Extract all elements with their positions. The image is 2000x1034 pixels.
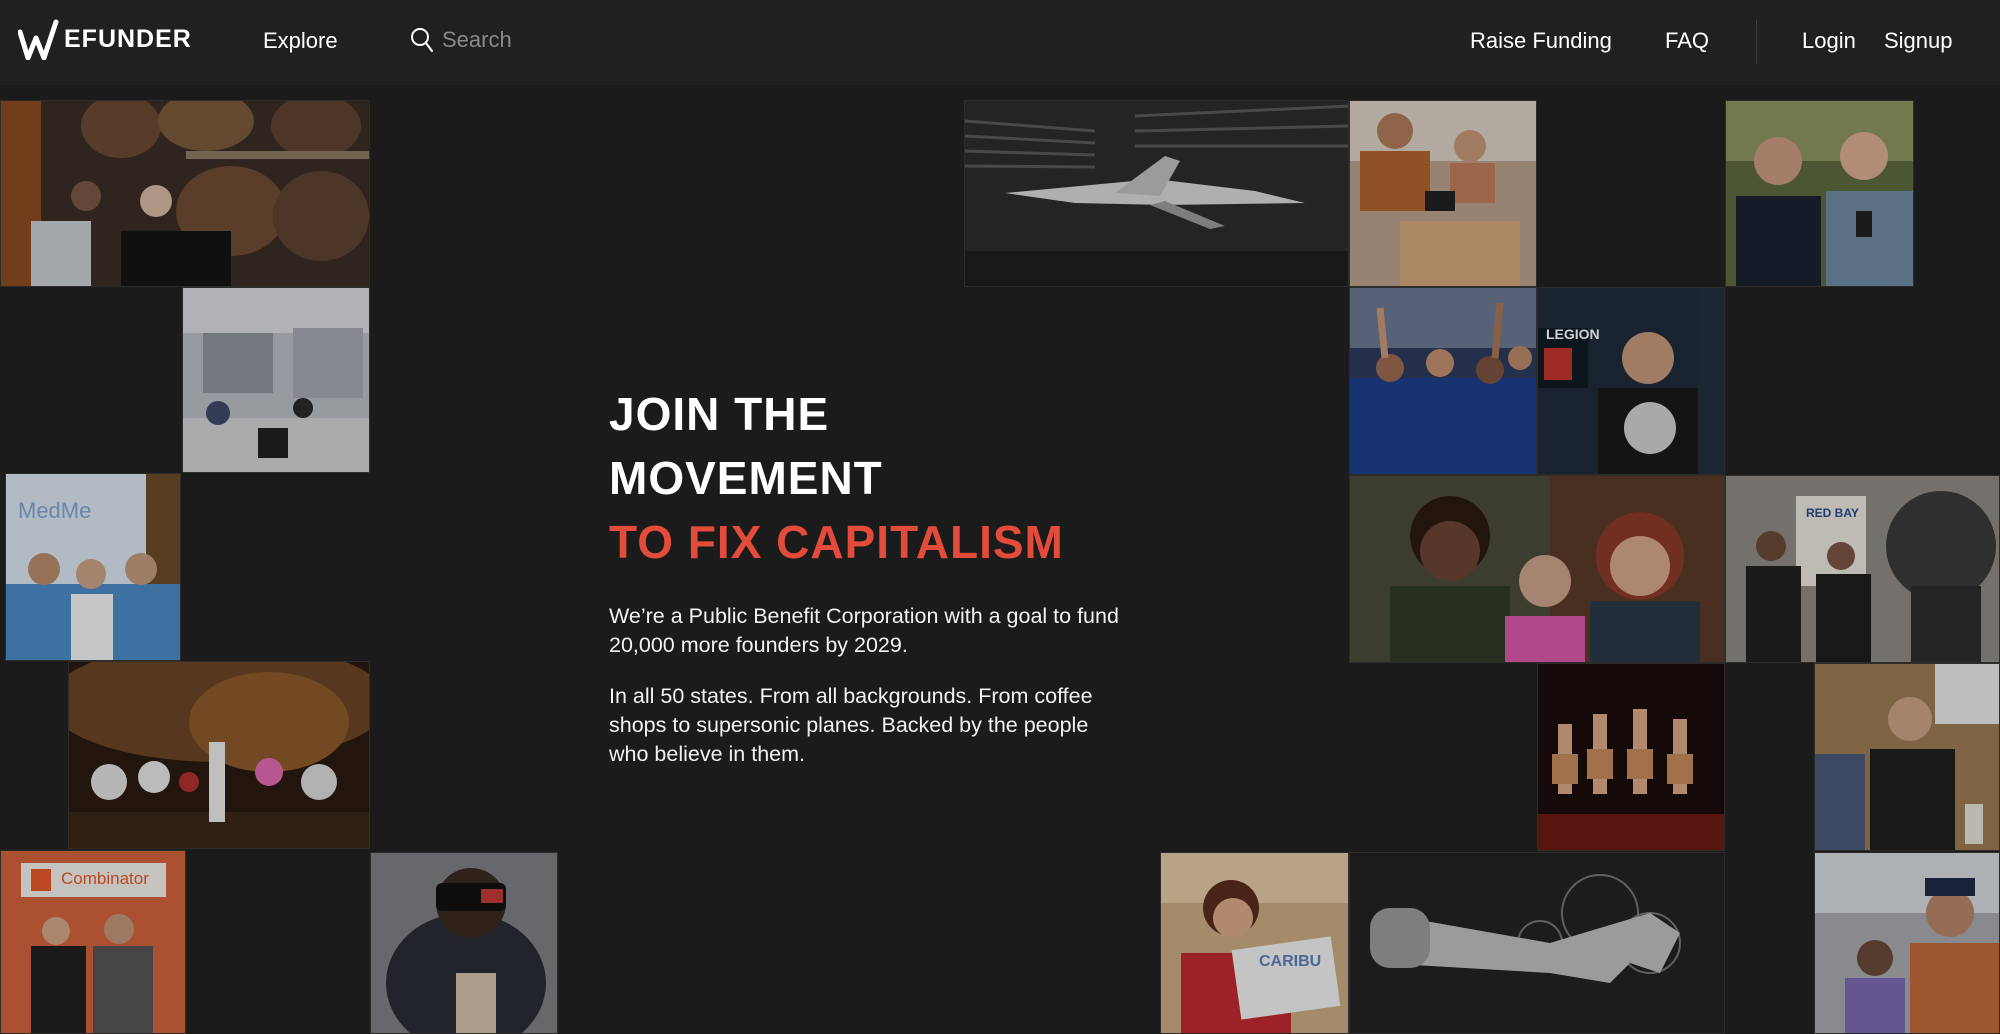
nav-explore[interactable]: Explore <box>263 28 338 54</box>
hero-heading: JOIN THE MOVEMENT TO FIX CAPITALISM <box>609 382 1129 574</box>
logo-text: EFUNDER <box>64 25 192 53</box>
photo-tile-soccer <box>1349 287 1537 475</box>
photo-tile-brewer <box>1814 663 2000 851</box>
photo-tile-stage <box>1537 663 1725 851</box>
hero-heading-line-1: JOIN THE <box>609 388 830 440</box>
hero-paragraph-mission: We’re a Public Benefit Corporation with … <box>609 604 1119 657</box>
photo-tile-brewery <box>0 100 370 287</box>
search-icon <box>411 28 433 52</box>
photo-tile-ycombinator: Combinator <box>0 850 186 1034</box>
hero-heading-accent: TO FIX CAPITALISM <box>609 516 1064 568</box>
photo-tile-legion: LEGION <box>1537 287 1725 475</box>
photo-tile-vr <box>370 852 558 1034</box>
nav-divider <box>1756 20 1757 64</box>
photo-tile-caribu: CARIBU <box>1160 852 1349 1034</box>
wefunder-logo[interactable]: EFUNDER <box>18 10 192 60</box>
photo-tile-family <box>1725 100 1914 287</box>
photo-tile-laughing <box>1349 475 1725 663</box>
photo-tile-cave <box>68 661 370 849</box>
hero-paragraph-backgrounds: In all 50 states. From all backgrounds. … <box>609 684 1093 766</box>
photo-tile-redbay: RED BAY <box>1725 475 2000 663</box>
wefunder-w-icon <box>18 19 59 60</box>
photo-tile-medme: MedMe <box>5 473 181 661</box>
search-input[interactable] <box>440 26 644 54</box>
nav-login[interactable]: Login <box>1802 28 1856 54</box>
search-box[interactable] <box>410 26 644 54</box>
photo-tile-man-boy <box>1814 852 2000 1034</box>
nav-signup[interactable]: Signup <box>1884 28 1953 54</box>
top-nav: EFUNDER Explore Raise Funding FAQ Login … <box>0 0 2000 85</box>
nav-raise-funding[interactable]: Raise Funding <box>1470 28 1612 54</box>
hero-heading-line-2: MOVEMENT <box>609 452 883 504</box>
photo-tile-jet <box>964 100 1349 287</box>
photo-tile-lab <box>182 287 370 473</box>
photo-tile-robot-arm <box>1349 852 1725 1034</box>
nav-faq[interactable]: FAQ <box>1665 28 1709 54</box>
hero-section: JOIN THE MOVEMENT TO FIX CAPITALISM We’r… <box>609 382 1129 769</box>
photo-tile-packers <box>1349 100 1537 287</box>
